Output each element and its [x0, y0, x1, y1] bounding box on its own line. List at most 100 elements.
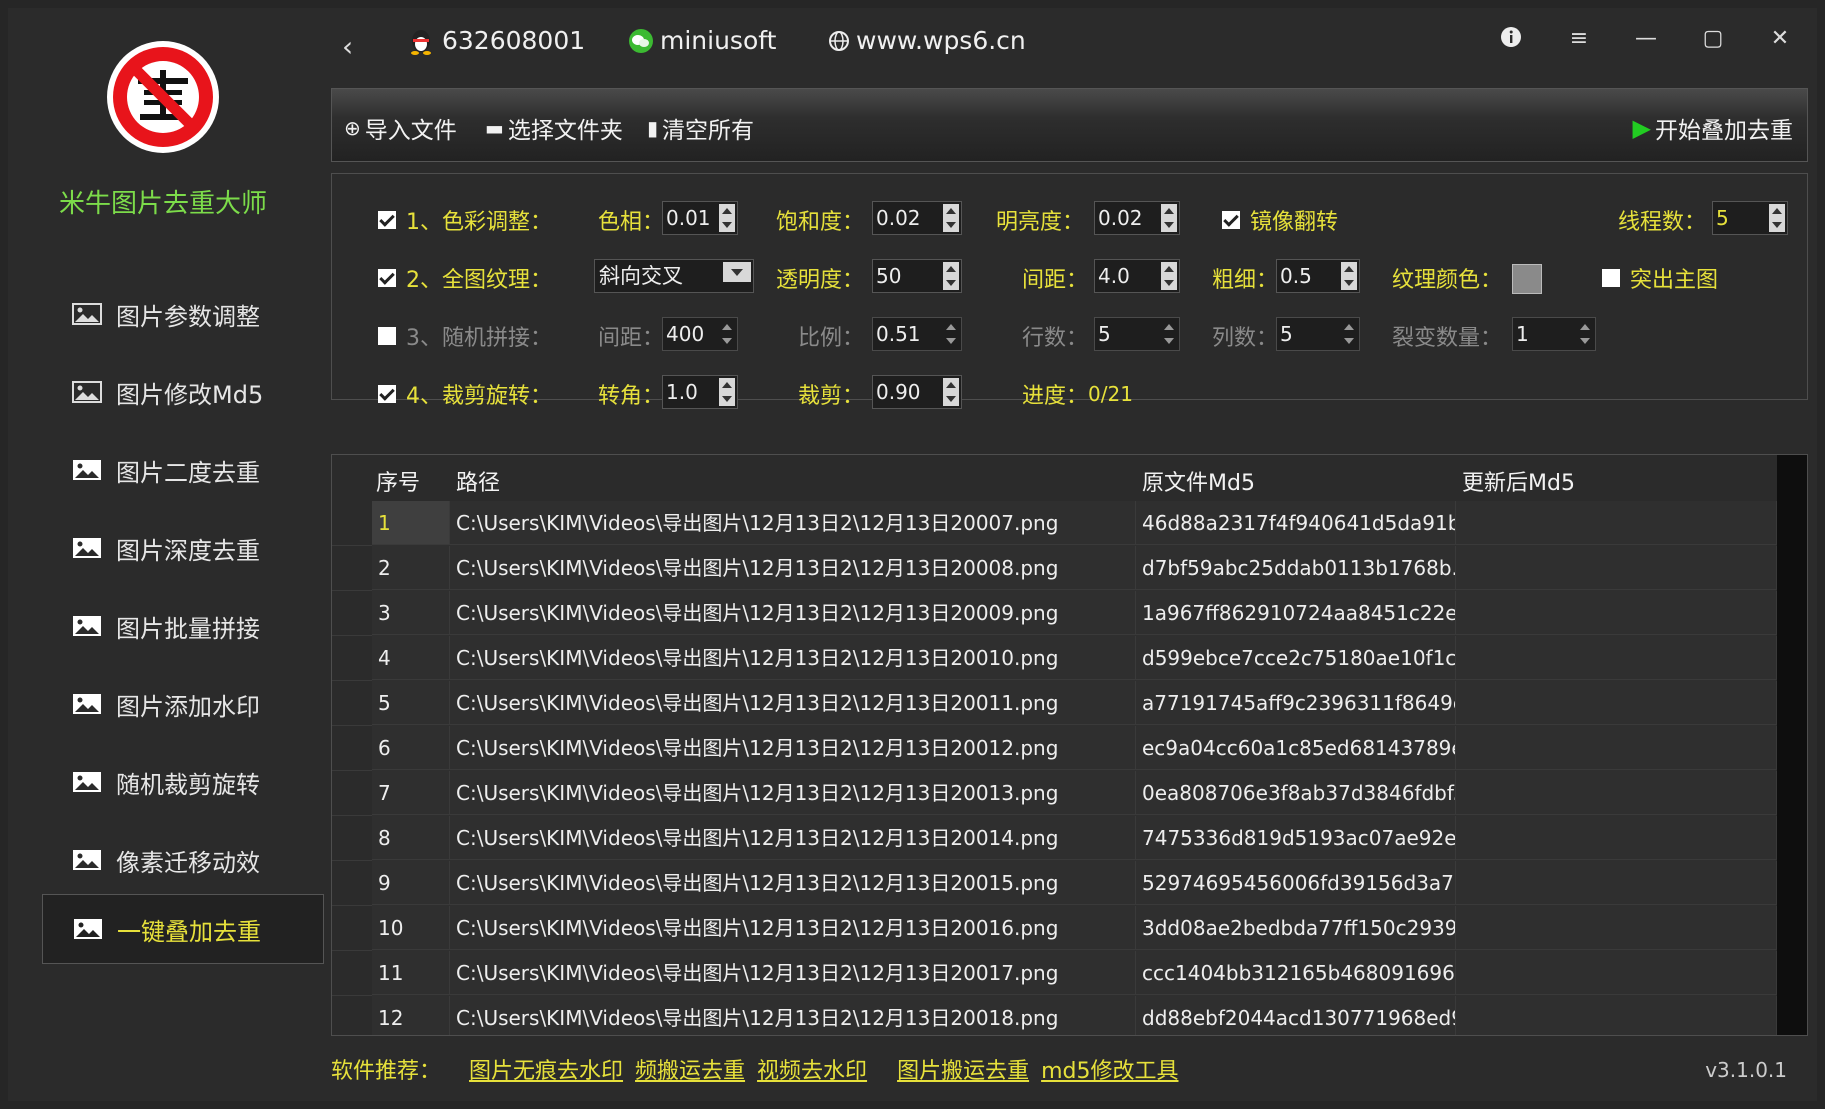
footer-link-image-watermark-remove[interactable]: 图片无痕去水印 [469, 1053, 623, 1085]
start-overlay-dedupe-button[interactable]: ▶ 开始叠加去重 [1633, 111, 1793, 145]
cols-stepper[interactable]: 5 [1276, 317, 1360, 351]
table-cell-i[interactable]: 2 [372, 546, 450, 590]
footer-link-video-repost-dedupe[interactable]: 频搬运去重 [635, 1053, 745, 1085]
column-header-path[interactable]: 路径 [456, 465, 500, 497]
stepper-arrows-icon[interactable] [1161, 204, 1177, 232]
table-cell-path[interactable]: C:\Users\KIM\Videos\导出图片\12月13日2\12月13日2… [450, 996, 1136, 1035]
footer-link-image-repost-dedupe[interactable]: 图片搬运去重 [897, 1053, 1029, 1085]
table-row[interactable]: 4 C:\Users\KIM\Videos\导出图片\12月13日2\12月13日… [332, 636, 1807, 681]
table-cell-i[interactable]: 9 [372, 861, 450, 905]
table-cell-new[interactable] [1456, 951, 1777, 995]
table-row[interactable]: 9 C:\Users\KIM\Videos\导出图片\12月13日2\12月13日… [332, 861, 1807, 906]
sidebar-item-overlay-dedupe[interactable]: 一键叠加去重 [42, 894, 324, 964]
table-cell-new[interactable] [1456, 861, 1777, 905]
saturation-stepper[interactable]: 0.02 [872, 201, 962, 235]
row-header[interactable] [332, 591, 372, 636]
table-cell-new[interactable] [1456, 636, 1777, 680]
table-row[interactable]: 10 C:\Users\KIM\Videos\导出图片\12月13日2\12月13… [332, 906, 1807, 951]
table-row[interactable]: 5 C:\Users\KIM\Videos\导出图片\12月13日2\12月13日… [332, 681, 1807, 726]
table-cell-path[interactable]: C:\Users\KIM\Videos\导出图片\12月13日2\12月13日2… [450, 816, 1136, 860]
table-cell-path[interactable]: C:\Users\KIM\Videos\导出图片\12月13日2\12月13日2… [450, 546, 1136, 590]
row-header[interactable] [332, 861, 372, 906]
texture-checkbox[interactable]: 2、全图纹理： [378, 262, 552, 294]
table-cell-md5[interactable]: ccc1404bb312165b4680916969... [1136, 951, 1456, 995]
info-icon[interactable] [1491, 26, 1531, 54]
file-table[interactable]: 序号 路径 原文件Md5 更新后Md5 1 C:\Users\KIM\Videos… [331, 454, 1808, 1036]
highlight-main-checkbox[interactable]: 突出主图 [1602, 262, 1718, 294]
column-header-new-md5[interactable]: 更新后Md5 [1462, 465, 1575, 497]
checkbox-unchecked[interactable] [1602, 269, 1620, 287]
table-cell-new[interactable] [1456, 501, 1777, 545]
checkbox-unchecked[interactable] [378, 327, 396, 345]
table-cell-i[interactable]: 1 [372, 501, 450, 545]
sidebar-item-deep-dedupe[interactable]: 图片深度去重 [42, 514, 324, 582]
menu-icon[interactable]: ≡ [1559, 26, 1599, 51]
stepper-arrows-icon[interactable] [1341, 262, 1357, 290]
threads-stepper[interactable]: 5 [1712, 201, 1788, 235]
table-row[interactable]: 1 C:\Users\KIM\Videos\导出图片\12月13日2\12月13日… [332, 501, 1807, 546]
stitch-checkbox[interactable]: 3、随机拼接： [378, 320, 552, 352]
table-row[interactable]: 6 C:\Users\KIM\Videos\导出图片\12月13日2\12月13日… [332, 726, 1807, 771]
sidebar-item-second-dedupe[interactable]: 图片二度去重 [42, 436, 324, 504]
table-cell-md5[interactable]: 52974695456006fd39156d3a77... [1136, 861, 1456, 905]
table-cell-md5[interactable]: 0ea808706e3f8ab37d3846fdbf... [1136, 771, 1456, 815]
footer-link-md5-tool[interactable]: md5修改工具 [1041, 1053, 1178, 1085]
table-cell-i[interactable]: 3 [372, 591, 450, 635]
row-header[interactable] [332, 816, 372, 861]
mirror-flip-checkbox[interactable]: 镜像翻转 [1222, 204, 1338, 236]
sidebar-item-md5[interactable]: 图片修改Md5 [42, 358, 324, 426]
texture-color-swatch[interactable] [1512, 264, 1542, 294]
table-cell-i[interactable]: 5 [372, 681, 450, 725]
checkbox-checked[interactable] [1222, 211, 1240, 229]
table-cell-md5[interactable]: dd88ebf2044acd130771968ed9... [1136, 996, 1456, 1035]
table-cell-path[interactable]: C:\Users\KIM\Videos\导出图片\12月13日2\12月13日2… [450, 681, 1136, 725]
table-cell-md5[interactable]: 3dd08ae2bedbda77ff150c2939... [1136, 906, 1456, 950]
stepper-arrows-icon[interactable] [719, 378, 735, 406]
table-cell-i[interactable]: 8 [372, 816, 450, 860]
table-cell-path[interactable]: C:\Users\KIM\Videos\导出图片\12月13日2\12月13日2… [450, 861, 1136, 905]
row-header[interactable] [332, 771, 372, 816]
stepper-arrows-icon[interactable] [1341, 320, 1357, 348]
texture-pattern-select[interactable]: 斜向交叉 [594, 259, 754, 293]
sidebar-item-stitch[interactable]: 图片批量拼接 [42, 592, 324, 660]
table-cell-path[interactable]: C:\Users\KIM\Videos\导出图片\12月13日2\12月13日2… [450, 771, 1136, 815]
angle-stepper[interactable]: 1.0 [662, 375, 738, 409]
table-cell-new[interactable] [1456, 996, 1777, 1035]
table-row[interactable]: 2 C:\Users\KIM\Videos\导出图片\12月13日2\12月13日… [332, 546, 1807, 591]
table-cell-md5[interactable]: 1a967ff862910724aa8451c22e... [1136, 591, 1456, 635]
table-cell-md5[interactable]: d599ebce7cce2c75180ae10f1c... [1136, 636, 1456, 680]
stepper-arrows-icon[interactable] [719, 204, 735, 232]
stepper-arrows-icon[interactable] [943, 378, 959, 406]
column-header-index[interactable]: 序号 [376, 465, 420, 497]
sidebar-item-watermark[interactable]: 图片添加水印 [42, 670, 324, 738]
table-row[interactable]: 3 C:\Users\KIM\Videos\导出图片\12月13日2\12月13日… [332, 591, 1807, 636]
checkbox-checked[interactable] [378, 385, 396, 403]
close-icon[interactable]: ✕ [1760, 26, 1800, 51]
texture-spacing-stepper[interactable]: 4.0 [1094, 259, 1180, 293]
table-cell-new[interactable] [1456, 546, 1777, 590]
website-link[interactable]: www.wps6.cn [828, 26, 1026, 55]
clear-all-button[interactable]: ▮ 清空所有 [647, 111, 754, 145]
split-count-stepper[interactable]: 1 [1512, 317, 1596, 351]
table-cell-i[interactable]: 12 [372, 996, 450, 1035]
column-header-original-md5[interactable]: 原文件Md5 [1142, 465, 1255, 497]
row-header[interactable] [332, 726, 372, 771]
table-cell-md5[interactable]: a77191745aff9c2396311f8649c... [1136, 681, 1456, 725]
table-cell-i[interactable]: 11 [372, 951, 450, 995]
table-cell-md5[interactable]: 7475336d819d5193ac07ae92e... [1136, 816, 1456, 860]
table-cell-new[interactable] [1456, 726, 1777, 770]
crop-stepper[interactable]: 0.90 [872, 375, 962, 409]
table-cell-new[interactable] [1456, 681, 1777, 725]
minimize-icon[interactable]: — [1626, 26, 1666, 51]
table-cell-path[interactable]: C:\Users\KIM\Videos\导出图片\12月13日2\12月13日2… [450, 636, 1136, 680]
thickness-stepper[interactable]: 0.5 [1276, 259, 1360, 293]
checkbox-checked[interactable] [378, 211, 396, 229]
table-cell-path[interactable]: C:\Users\KIM\Videos\导出图片\12月13日2\12月13日2… [450, 591, 1136, 635]
table-row[interactable]: 8 C:\Users\KIM\Videos\导出图片\12月13日2\12月13日… [332, 816, 1807, 861]
stepper-arrows-icon[interactable] [1577, 320, 1593, 348]
stepper-arrows-icon[interactable] [1769, 204, 1785, 232]
table-cell-path[interactable]: C:\Users\KIM\Videos\导出图片\12月13日2\12月13日2… [450, 951, 1136, 995]
table-row[interactable]: 11 C:\Users\KIM\Videos\导出图片\12月13日2\12月13… [332, 951, 1807, 996]
row-header[interactable] [332, 681, 372, 726]
table-cell-md5[interactable]: ec9a04cc60a1c85ed68143789e... [1136, 726, 1456, 770]
